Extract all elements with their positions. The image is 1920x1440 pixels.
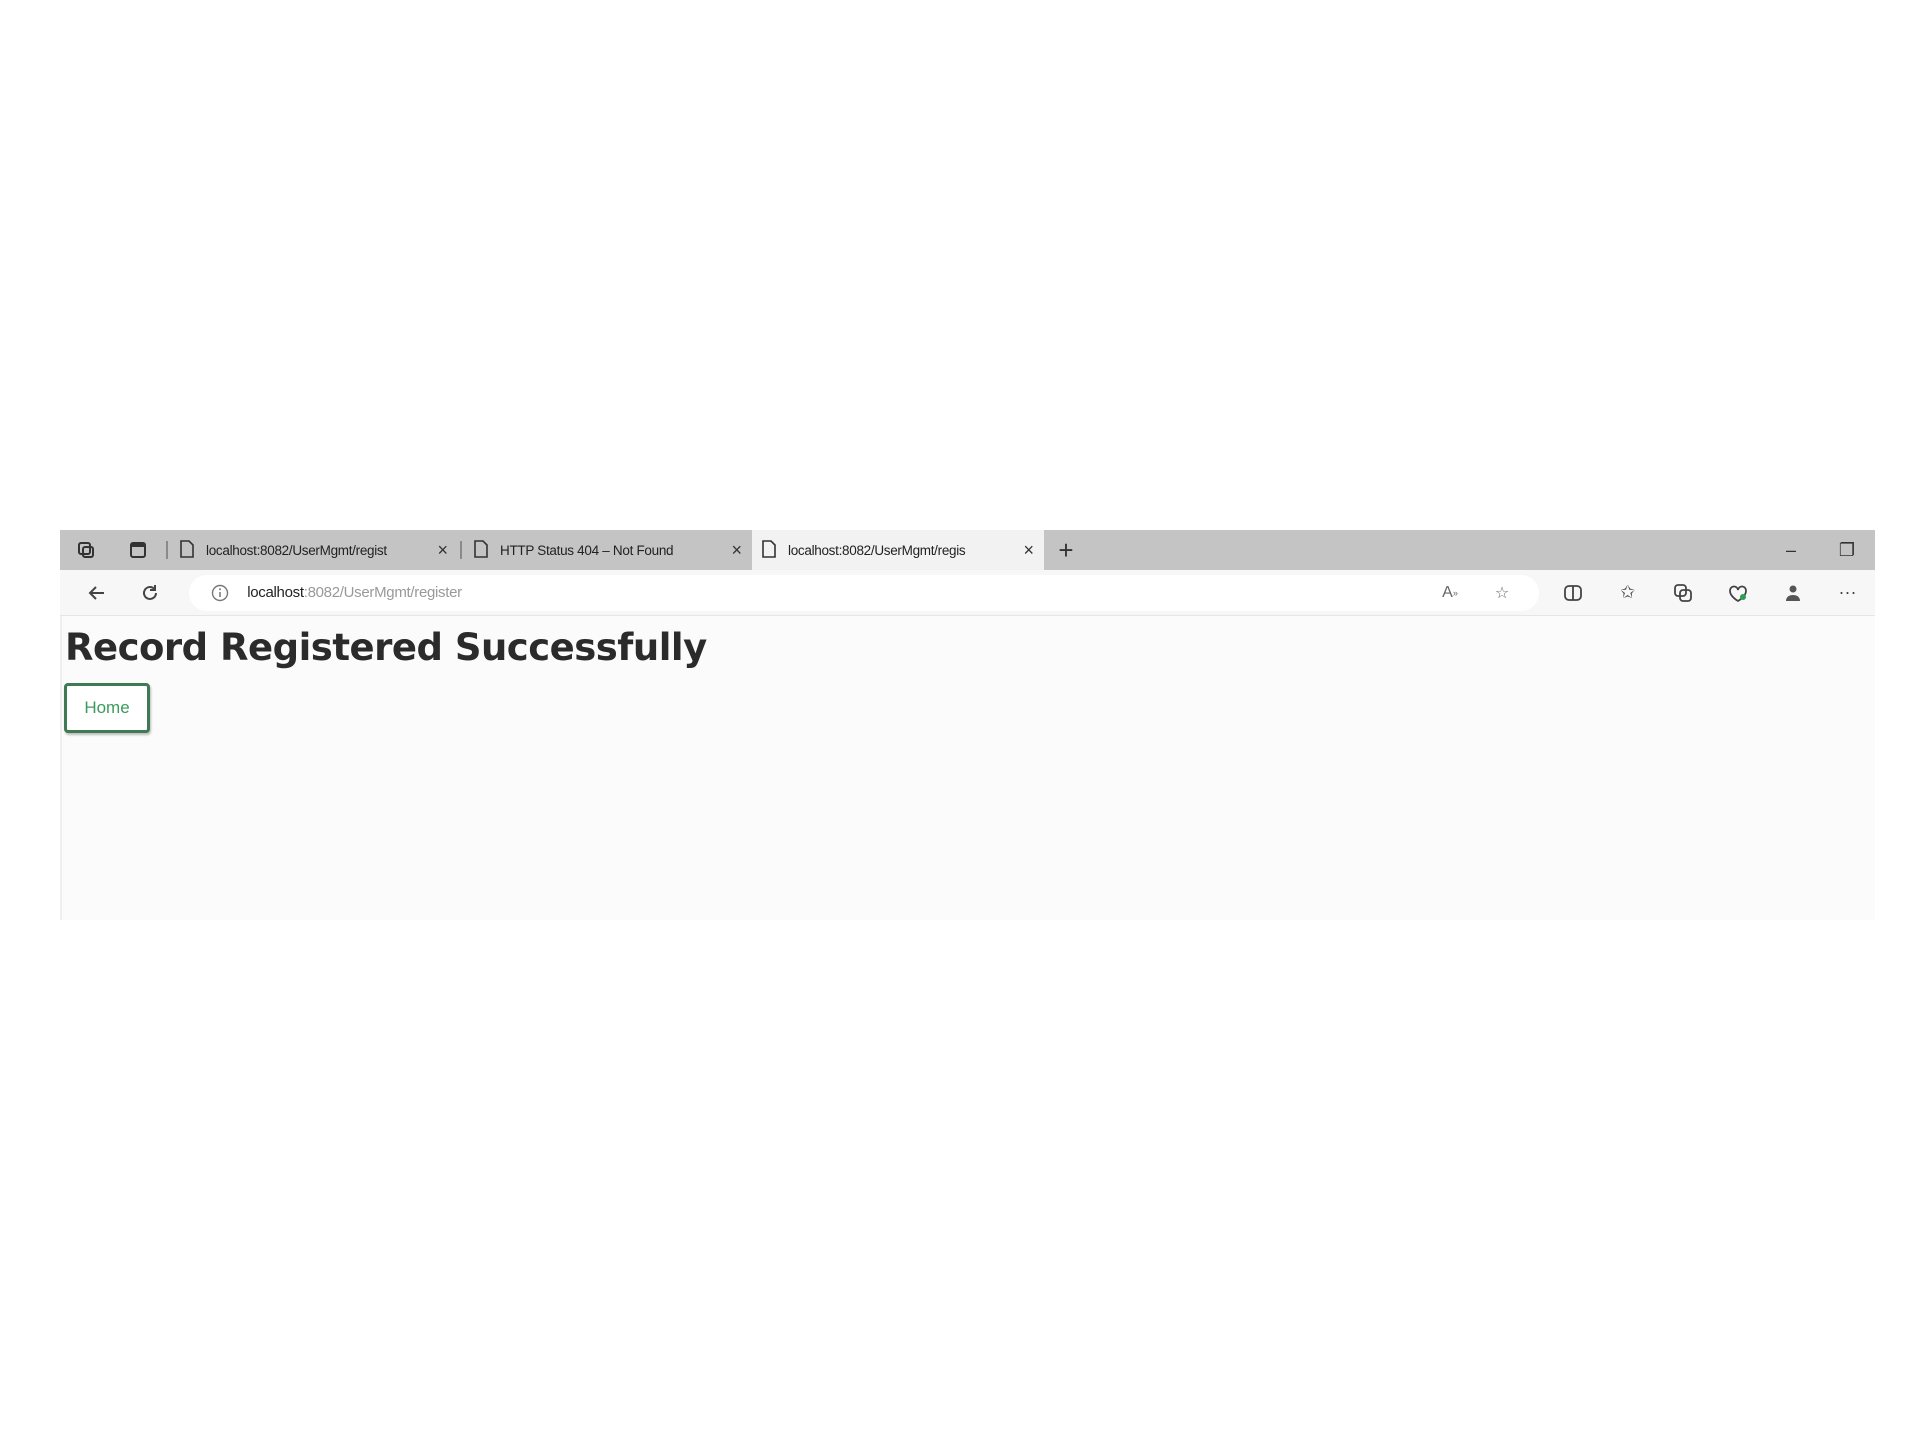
favorites-icon[interactable]: ✩ xyxy=(1600,573,1655,613)
url-text: localhost:8082/UserMgmt/register xyxy=(247,584,462,601)
tab-label: localhost:8082/UserMgmt/regist xyxy=(206,542,387,558)
page-icon xyxy=(180,539,194,561)
address-bar[interactable]: localhost:8082/UserMgmt/register A» ☆ xyxy=(189,574,1540,611)
favorite-star-icon[interactable]: ☆ xyxy=(1479,575,1525,611)
close-tab-icon[interactable]: × xyxy=(437,541,448,559)
tab-divider xyxy=(166,541,168,559)
read-aloud-icon[interactable]: A» xyxy=(1427,575,1473,611)
page-icon xyxy=(762,539,776,561)
browser-tools: ✩ ··· xyxy=(1545,573,1875,613)
url-path: :8082/UserMgmt/register xyxy=(303,584,462,601)
minimize-button[interactable]: – xyxy=(1763,530,1819,570)
browser-window: localhost:8082/UserMgmt/regist × HTTP St… xyxy=(60,530,1875,920)
restore-button[interactable]: ❐ xyxy=(1819,530,1875,570)
page-content: Record Registered Successfully Home xyxy=(60,616,1875,920)
tab-actions-icon[interactable] xyxy=(112,530,164,570)
navigation-toolbar: localhost:8082/UserMgmt/register A» ☆ ✩ … xyxy=(60,570,1875,616)
close-tab-icon[interactable]: × xyxy=(1023,541,1034,559)
tab-2[interactable]: HTTP Status 404 – Not Found × xyxy=(464,530,752,570)
tab-3-active[interactable]: localhost:8082/UserMgmt/regis × xyxy=(752,530,1044,570)
info-icon[interactable] xyxy=(203,584,237,602)
refresh-icon xyxy=(143,584,158,600)
window-controls: – ❐ xyxy=(1763,530,1875,570)
more-menu-icon[interactable]: ··· xyxy=(1820,573,1875,613)
tab-label: HTTP Status 404 – Not Found xyxy=(500,542,674,558)
split-screen-icon[interactable] xyxy=(1545,573,1600,613)
address-actions: A» ☆ xyxy=(1427,575,1525,611)
extensions-icon[interactable] xyxy=(1710,573,1765,613)
page-icon xyxy=(474,539,488,561)
page-title: Record Registered Successfully xyxy=(65,626,707,669)
close-tab-icon[interactable]: × xyxy=(731,541,742,559)
new-tab-button[interactable]: + xyxy=(1044,530,1088,570)
refresh-button[interactable] xyxy=(124,573,178,613)
tab-divider xyxy=(460,541,462,559)
url-host: localhost xyxy=(247,584,304,601)
workspaces-icon[interactable] xyxy=(60,530,112,570)
home-button[interactable]: Home xyxy=(64,683,150,733)
tab-label: localhost:8082/UserMgmt/regis xyxy=(788,542,966,558)
tab-1[interactable]: localhost:8082/UserMgmt/regist × xyxy=(170,530,458,570)
profile-icon[interactable] xyxy=(1765,573,1820,613)
back-button[interactable] xyxy=(70,573,124,613)
tab-bar: localhost:8082/UserMgmt/regist × HTTP St… xyxy=(60,530,1875,570)
back-arrow-icon xyxy=(88,585,104,600)
collections-icon[interactable] xyxy=(1655,573,1710,613)
